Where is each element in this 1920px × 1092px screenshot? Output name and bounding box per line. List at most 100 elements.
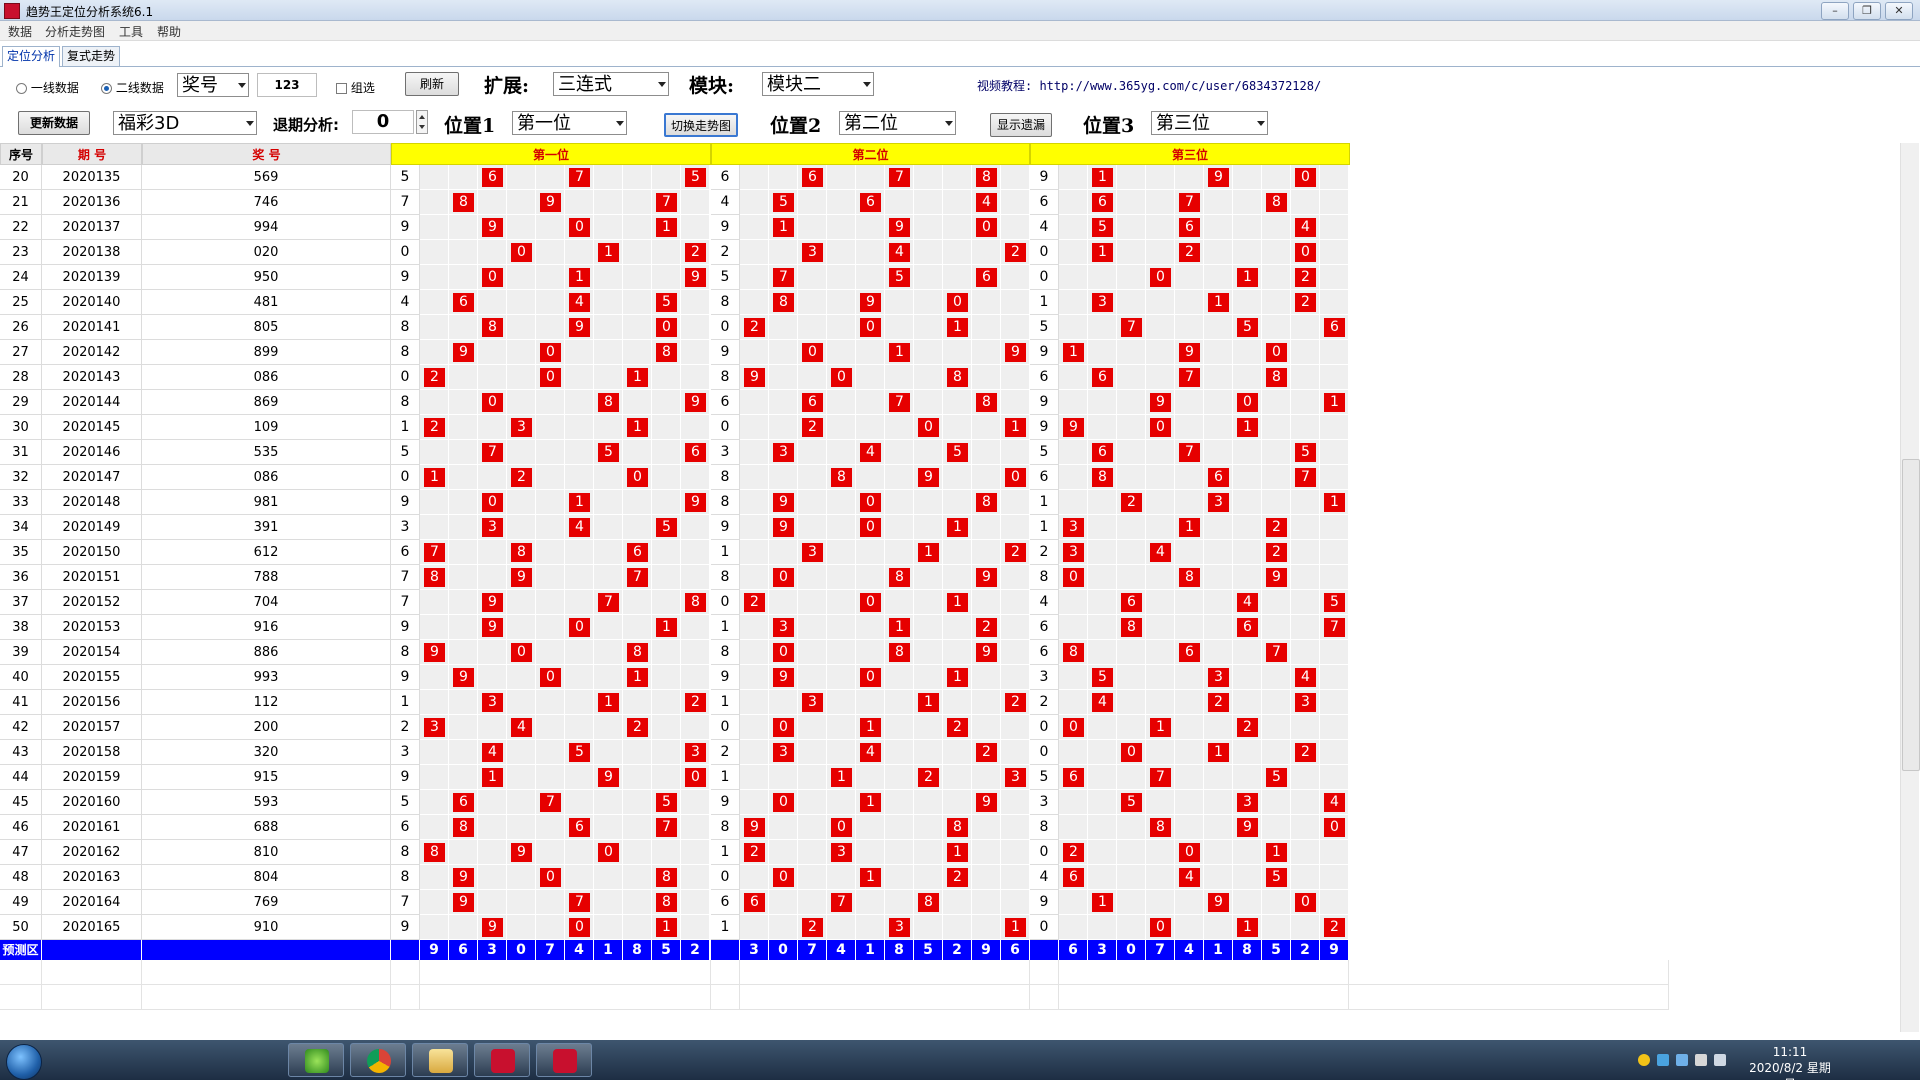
grid-cell [1117, 440, 1146, 465]
restore-button[interactable]: ❐ [1853, 2, 1881, 20]
row-digit: 1 [711, 765, 740, 790]
grid-cell [623, 490, 652, 515]
trend-marker: 2 [627, 718, 648, 737]
grid-cell [943, 390, 972, 415]
menu-tools[interactable]: 工具 [119, 23, 143, 40]
vertical-scrollbar[interactable] [1900, 143, 1920, 1032]
taskbar-ie[interactable] [288, 1043, 344, 1077]
forecast-cell [142, 940, 391, 960]
grid-cell [769, 815, 798, 840]
grid-cell [972, 815, 1001, 840]
switch-chart-button[interactable]: 切换走势图 [664, 113, 738, 137]
trend-marker: 0 [1295, 243, 1316, 262]
app-logo-icon [4, 3, 20, 19]
award-select[interactable]: 奖号 [177, 73, 249, 97]
group-checkbox[interactable]: 组选 [336, 79, 375, 96]
tray-network-icon[interactable] [1676, 1054, 1688, 1066]
position2-select[interactable]: 第二位 [839, 111, 956, 135]
menu-trend[interactable]: 分析走势图 [45, 23, 105, 40]
menu-help[interactable]: 帮助 [157, 23, 181, 40]
tab-position-analysis[interactable]: 定位分析 [2, 46, 61, 67]
number-input[interactable]: 123 [257, 73, 317, 97]
lottery-select[interactable]: 福彩3D [113, 111, 257, 135]
scrollbar-thumb[interactable] [1902, 459, 1920, 771]
row-issue: 2020137 [42, 215, 142, 240]
grid-cell [681, 340, 710, 365]
taskbar-explorer[interactable] [412, 1043, 468, 1077]
group-checkbox-box[interactable] [336, 83, 347, 94]
radio-two-line[interactable]: 二线数据 [101, 79, 164, 96]
row-digit: 2 [1030, 540, 1059, 565]
grid-cell [652, 590, 681, 615]
tray-status-icon[interactable] [1638, 1054, 1650, 1066]
tab-compound-trend[interactable]: 复式走势 [62, 46, 121, 66]
trend-marker: 8 [453, 193, 474, 212]
retreat-input[interactable]: 0 [352, 110, 414, 134]
trend-marker: 5 [656, 518, 677, 537]
grid-cell [914, 715, 943, 740]
start-button[interactable] [6, 1044, 42, 1080]
row-digit: 1 [711, 690, 740, 715]
trend-marker: 4 [889, 243, 910, 262]
row-digit: 9 [391, 665, 420, 690]
row-digit: 6 [1030, 615, 1059, 640]
expand-select[interactable]: 三连式 [553, 72, 669, 96]
update-data-button[interactable]: 更新数据 [18, 111, 90, 135]
grid-cell [1320, 265, 1349, 290]
row-number: 899 [142, 340, 391, 365]
row-seq: 50 [0, 915, 42, 940]
grid-cell [478, 865, 507, 890]
row-number: 994 [142, 215, 391, 240]
radio-one-line[interactable]: 一线数据 [16, 79, 79, 96]
retreat-spinner[interactable] [416, 110, 428, 134]
grid-cell [798, 515, 827, 540]
tray-shield-icon[interactable] [1657, 1054, 1669, 1066]
grid-cell [885, 790, 914, 815]
close-button[interactable]: ✕ [1885, 2, 1913, 20]
trend-marker: 1 [1092, 168, 1113, 187]
position3-select[interactable]: 第三位 [1151, 111, 1268, 135]
minimize-button[interactable]: – [1821, 2, 1849, 20]
trend-marker: 1 [889, 343, 910, 362]
row-digit: 4 [711, 190, 740, 215]
trend-marker: 9 [453, 343, 474, 362]
row-issue: 2020135 [42, 165, 142, 190]
show-omission-button[interactable]: 显示遗漏 [990, 113, 1052, 137]
taskbar-app-2[interactable] [536, 1043, 592, 1077]
trend-marker: 5 [569, 743, 590, 762]
grid-cell [1146, 790, 1175, 815]
taskbar-app-1[interactable] [474, 1043, 530, 1077]
grid-cell [1088, 540, 1117, 565]
module-select[interactable]: 模块二 [762, 72, 874, 96]
trend-marker: 0 [831, 818, 852, 837]
trend-marker: 6 [453, 793, 474, 812]
grid-cell [536, 815, 565, 840]
position1-select[interactable]: 第一位 [512, 111, 627, 135]
trend-marker: 8 [424, 568, 445, 587]
grid-cell [594, 215, 623, 240]
grid-cell [449, 840, 478, 865]
taskbar-clock[interactable]: 11:11 2020/8/2 星期日 [1745, 1044, 1835, 1092]
grid-cell [1320, 240, 1349, 265]
radio-one-line-indicator[interactable] [16, 83, 27, 94]
forecast-label: 预测区 [0, 940, 42, 960]
forecast-digit: 7 [536, 940, 565, 960]
grid-cell [478, 815, 507, 840]
grid-cell [420, 290, 449, 315]
grid-cell [972, 415, 1001, 440]
menu-data[interactable]: 数据 [8, 23, 32, 40]
forecast-digit: 6 [1001, 940, 1030, 960]
grid-cell [623, 615, 652, 640]
tray-input-icon[interactable] [1714, 1054, 1726, 1066]
radio-two-line-indicator[interactable] [101, 83, 112, 94]
grid-cell [536, 615, 565, 640]
grid-cell [1204, 840, 1233, 865]
trend-marker: 0 [598, 843, 619, 862]
video-tutorial-link[interactable]: 视频教程: http://www.365yg.com/c/user/683437… [977, 77, 1321, 94]
tray-volume-icon[interactable] [1695, 1054, 1707, 1066]
row-issue: 2020145 [42, 415, 142, 440]
taskbar-chrome[interactable] [350, 1043, 406, 1077]
grid-cell [652, 715, 681, 740]
row-digit: 0 [711, 315, 740, 340]
refresh-button[interactable]: 刷新 [405, 72, 459, 96]
